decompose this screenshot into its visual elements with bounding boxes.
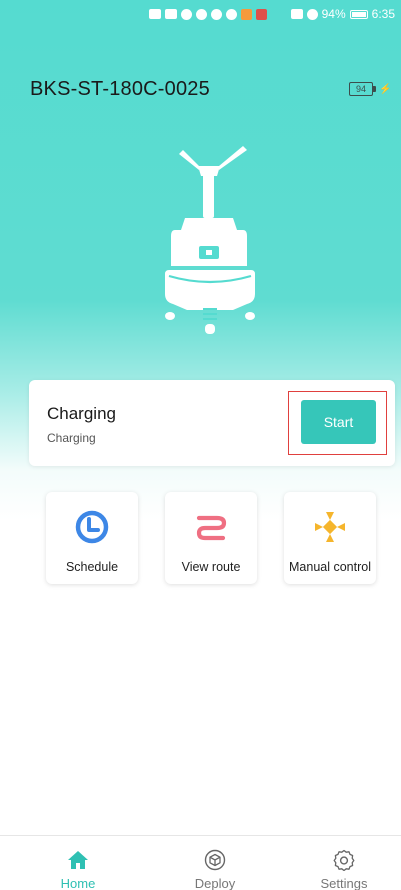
device-name: BKS-ST-180C-0025 — [30, 78, 210, 100]
robot-illustration — [165, 146, 255, 334]
start-button[interactable]: Start — [301, 400, 376, 444]
wifi-icon — [180, 8, 192, 20]
nfc-icon — [290, 9, 303, 19]
device-battery: 94 ⚡ — [349, 82, 391, 96]
nav-settings[interactable]: Settings — [277, 836, 401, 890]
battery-icon: 94 — [349, 82, 376, 96]
app-icon — [225, 8, 237, 20]
nav-deploy-label: Deploy — [194, 876, 236, 890]
charging-bolt-icon: ⚡ — [379, 83, 392, 95]
status-card: Charging Charging Start — [29, 380, 395, 466]
alarm-icon — [306, 8, 318, 20]
signal-icon — [164, 9, 177, 19]
clock-icon — [75, 510, 109, 544]
view-route-label: View route — [181, 560, 241, 574]
manual-control-label: Manual control — [289, 560, 371, 574]
message-icon — [210, 8, 222, 20]
dpad-icon — [315, 512, 345, 542]
battery-level: 94 — [355, 84, 366, 94]
status-icons — [148, 8, 267, 20]
status-title: Charging — [47, 404, 116, 423]
schedule-button[interactable]: Schedule — [46, 492, 138, 584]
notification-icon — [240, 8, 252, 20]
status-bar: 94% 6:35 — [0, 0, 401, 28]
hd-icon — [148, 9, 161, 19]
route-icon — [196, 515, 227, 541]
cube-icon — [204, 849, 226, 871]
nav-settings-label: Settings — [320, 876, 368, 890]
gear-icon — [333, 849, 355, 871]
home-icon — [68, 851, 88, 869]
bottom-nav: Home Deploy Settings — [0, 835, 401, 890]
status-subtitle: Charging — [47, 431, 96, 445]
status-battery-percent: 94% — [321, 7, 346, 21]
nav-home-label: Home — [60, 876, 96, 890]
nav-deploy[interactable]: Deploy — [148, 836, 282, 890]
schedule-label: Schedule — [65, 560, 119, 574]
view-route-button[interactable]: View route — [165, 492, 257, 584]
manual-control-button[interactable]: Manual control — [284, 492, 376, 584]
nav-home[interactable]: Home — [11, 836, 145, 890]
status-time: 6:35 — [371, 7, 395, 21]
alert-icon — [255, 8, 267, 20]
status-battery-icon — [349, 9, 368, 19]
shield-icon — [195, 8, 207, 20]
